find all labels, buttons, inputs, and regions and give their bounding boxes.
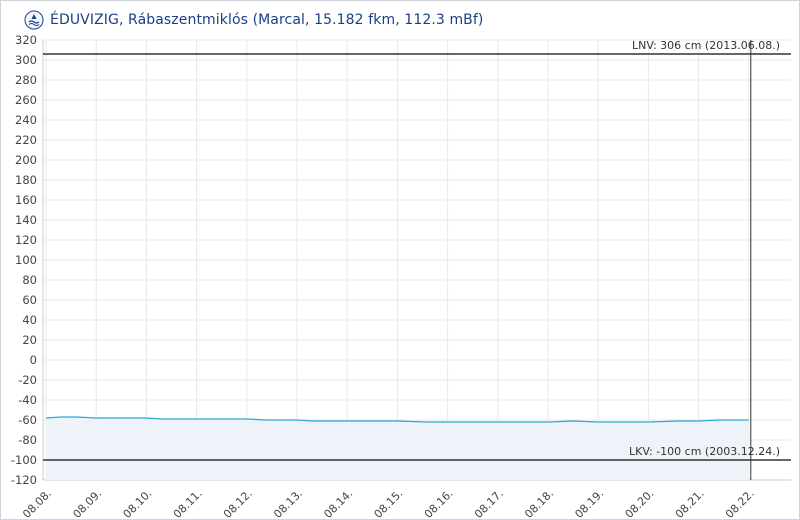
- y-tick-label: 180: [15, 173, 37, 187]
- y-tick-label: 220: [15, 133, 37, 147]
- x-tick-label: 08.15.: [372, 487, 406, 520]
- y-tick-label: 60: [22, 293, 37, 307]
- x-tick-label: 08.20.: [623, 487, 657, 520]
- x-tick-label: 08.18.: [522, 487, 556, 520]
- y-tick-label: -80: [18, 433, 37, 447]
- x-tick-label: 08.21.: [673, 487, 707, 520]
- y-tick-label: 260: [15, 93, 37, 107]
- y-tick-label: 280: [15, 73, 37, 87]
- x-tick-label: 08.14.: [321, 487, 355, 520]
- y-tick-label: 80: [22, 273, 37, 287]
- x-tick-label: 08.16.: [422, 487, 456, 520]
- x-tick-label: 08.10.: [121, 487, 155, 520]
- water-level-chart: 3203002802602402202001801601401201008060…: [11, 33, 791, 520]
- x-tick-label: 08.08.: [20, 487, 54, 520]
- x-tick-label: 08.13.: [271, 487, 305, 520]
- y-tick-label: -20: [18, 373, 37, 387]
- y-tick-label: 140: [15, 213, 37, 227]
- y-tick-label: 120: [15, 233, 37, 247]
- y-tick-label: -120: [11, 473, 37, 487]
- y-tick-label: 320: [15, 33, 37, 47]
- lnv-reference-label: LNV: 306 cm (2013.06.08.): [632, 39, 780, 52]
- lkv-reference-label: LKV: -100 cm (2003.12.24.): [629, 445, 780, 458]
- x-tick-label: 08.19.: [572, 487, 606, 520]
- y-tick-label: 300: [15, 53, 37, 67]
- y-tick-label: 160: [15, 193, 37, 207]
- x-tick-label: 08.17.: [472, 487, 506, 520]
- y-tick-label: 40: [22, 313, 37, 327]
- x-tick-label: 08.11.: [171, 487, 205, 520]
- x-tick-label: 08.22.: [723, 487, 757, 520]
- x-tick-label: 08.12.: [221, 487, 255, 520]
- y-tick-label: 0: [30, 353, 37, 367]
- y-tick-label: 20: [22, 333, 37, 347]
- y-tick-label: -100: [11, 453, 37, 467]
- y-tick-label: -40: [18, 393, 37, 407]
- x-tick-label: 08.09.: [70, 487, 104, 520]
- y-tick-label: -60: [18, 413, 37, 427]
- y-tick-label: 200: [15, 153, 37, 167]
- y-tick-label: 240: [15, 113, 37, 127]
- y-tick-label: 100: [15, 253, 37, 267]
